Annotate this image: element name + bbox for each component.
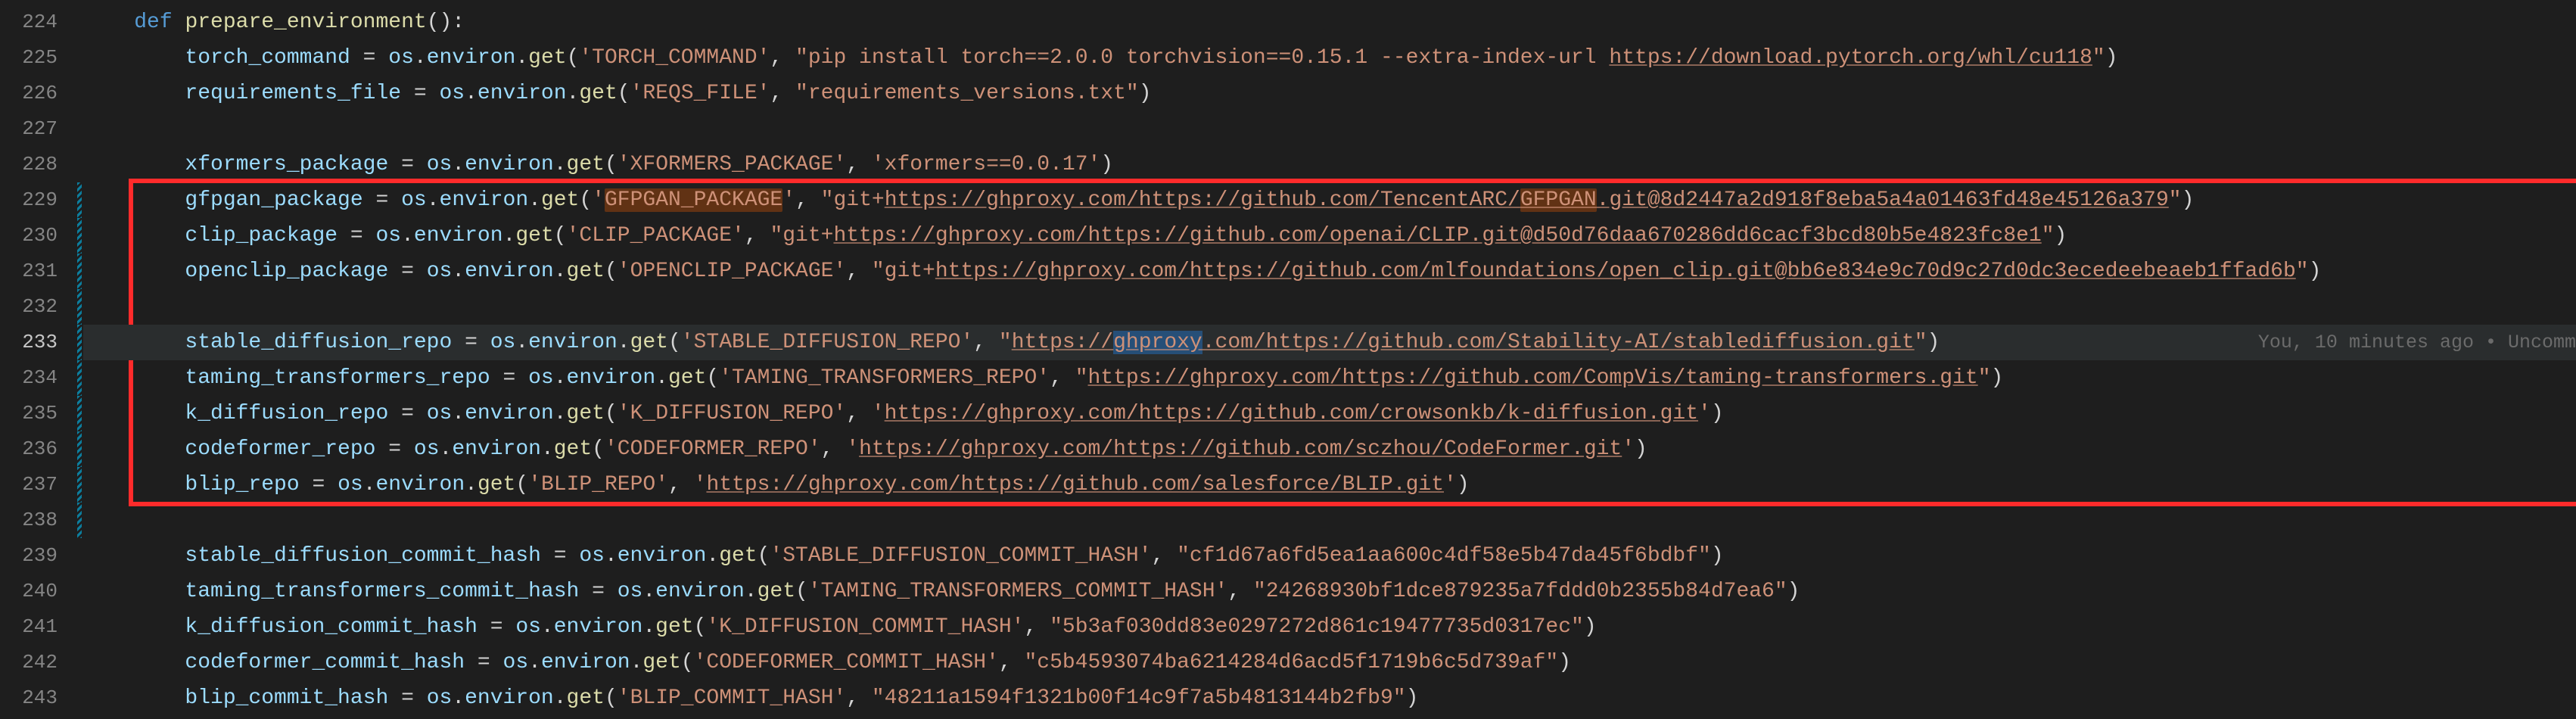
modified-line-marker <box>77 503 82 538</box>
modified-line-marker <box>77 5 82 40</box>
line-number[interactable]: 227 <box>0 111 73 147</box>
line-number[interactable]: 238 <box>0 503 73 538</box>
line-number[interactable]: 226 <box>0 76 73 111</box>
line-number-gutter[interactable]: 2242252262272282292302312322332342352362… <box>0 0 76 719</box>
code-line[interactable]: blip_commit_hash = os.environ.get('BLIP_… <box>83 680 2576 716</box>
modified-line-marker <box>77 76 82 111</box>
code-line[interactable]: stable_diffusion_repo = os.environ.get('… <box>83 325 2576 360</box>
line-number[interactable]: 237 <box>0 467 73 503</box>
modified-line-marker <box>77 40 82 76</box>
modified-line-marker <box>77 111 82 147</box>
line-number[interactable]: 224 <box>0 5 73 40</box>
line-number[interactable]: 239 <box>0 538 73 574</box>
code-line[interactable]: codeformer_commit_hash = os.environ.get(… <box>83 645 2576 680</box>
code-line[interactable]: xformers_package = os.environ.get('XFORM… <box>83 147 2576 182</box>
line-number[interactable]: 230 <box>0 218 73 254</box>
code-line[interactable]: requirements_file = os.environ.get('REQS… <box>83 76 2576 111</box>
code-line[interactable]: clip_package = os.environ.get('CLIP_PACK… <box>83 218 2576 254</box>
code-line[interactable]: def prepare_environment(): <box>83 5 2576 40</box>
code-line[interactable]: codeformer_repo = os.environ.get('CODEFO… <box>83 431 2576 467</box>
modified-line-marker <box>77 538 82 574</box>
modified-line-marker <box>77 325 82 360</box>
modified-line-marker <box>77 574 82 609</box>
code-line[interactable]: torch_command = os.environ.get('TORCH_CO… <box>83 40 2576 76</box>
modified-line-marker <box>77 254 82 289</box>
line-number[interactable]: 225 <box>0 40 73 76</box>
line-number[interactable]: 231 <box>0 254 73 289</box>
modified-line-marker <box>77 680 82 716</box>
modified-line-marker <box>77 182 82 218</box>
line-number[interactable]: 241 <box>0 609 73 645</box>
line-number[interactable]: 234 <box>0 360 73 396</box>
line-number[interactable]: 233 <box>0 325 73 360</box>
modified-line-marker <box>77 289 82 325</box>
code-line[interactable]: k_diffusion_commit_hash = os.environ.get… <box>83 609 2576 645</box>
modification-indicator-bar <box>76 0 83 719</box>
modified-line-marker <box>77 396 82 431</box>
modified-line-marker <box>77 360 82 396</box>
modified-line-marker <box>77 467 82 503</box>
code-line[interactable]: k_diffusion_repo = os.environ.get('K_DIF… <box>83 396 2576 431</box>
code-editor[interactable]: 2242252262272282292302312322332342352362… <box>0 0 2576 719</box>
line-number[interactable]: 229 <box>0 182 73 218</box>
code-line[interactable]: openclip_package = os.environ.get('OPENC… <box>83 254 2576 289</box>
modified-line-marker <box>77 431 82 467</box>
line-number[interactable]: 242 <box>0 645 73 680</box>
code-line[interactable]: taming_transformers_repo = os.environ.ge… <box>83 360 2576 396</box>
line-number[interactable]: 243 <box>0 680 73 716</box>
code-line[interactable]: blip_repo = os.environ.get('BLIP_REPO', … <box>83 467 2576 503</box>
code-line[interactable]: taming_transformers_commit_hash = os.env… <box>83 574 2576 609</box>
line-number[interactable]: 240 <box>0 574 73 609</box>
code-line[interactable]: gfpgan_package = os.environ.get('GFPGAN_… <box>83 182 2576 218</box>
modified-line-marker <box>77 147 82 182</box>
code-line[interactable] <box>83 111 2576 147</box>
modified-line-marker <box>77 645 82 680</box>
line-number[interactable]: 232 <box>0 289 73 325</box>
line-number[interactable]: 228 <box>0 147 73 182</box>
modified-line-marker <box>77 609 82 645</box>
code-line[interactable]: stable_diffusion_commit_hash = os.enviro… <box>83 538 2576 574</box>
code-line[interactable] <box>83 503 2576 538</box>
code-line[interactable] <box>83 289 2576 325</box>
code-area[interactable]: def prepare_environment(): torch_command… <box>83 0 2576 719</box>
git-blame-annotation: You, 10 minutes ago • Uncomm <box>2258 325 2576 360</box>
line-number[interactable]: 235 <box>0 396 73 431</box>
modified-line-marker <box>77 218 82 254</box>
line-number[interactable]: 236 <box>0 431 73 467</box>
